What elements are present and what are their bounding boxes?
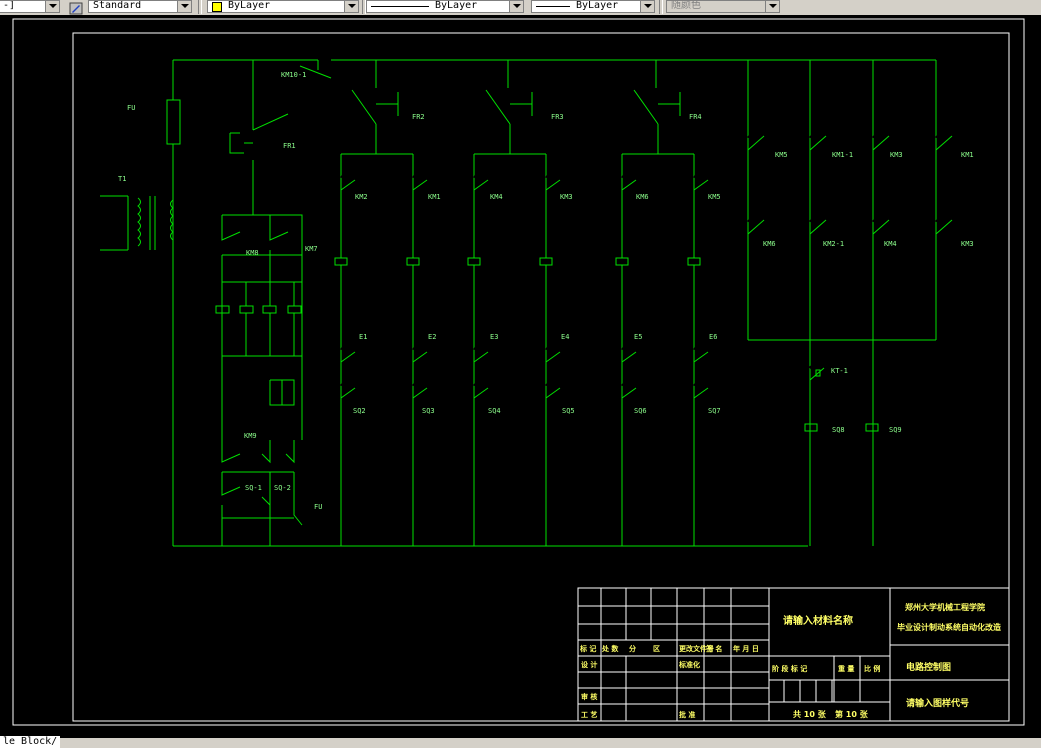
chevron-down-icon[interactable] [45, 1, 59, 12]
wiring [100, 59, 936, 547]
stage-header: 比 例 [864, 664, 880, 673]
label-process: 工 艺 [581, 710, 597, 719]
text-style-combo[interactable]: Standard [88, 0, 192, 13]
label-km2: KM2 [355, 193, 368, 201]
label-km7: KM7 [305, 245, 318, 253]
properties-toolbar: -] Standard ByLayer ByLayer ByLayer 随颜色 [0, 0, 1041, 16]
layout-tab[interactable]: le Block/ [0, 736, 61, 748]
electrical-schematic: FU T1 KM10-1 FR1 KM8 KM7 KM9 SQ-1 SQ-2 FU FR2 FR3 FR… [12, 18, 1025, 726]
chevron-down-icon[interactable] [509, 1, 523, 12]
label-km1: KM1 [428, 193, 441, 201]
rev-header: 标 记 [579, 644, 596, 653]
label-r-km2-1: KM2-1 [823, 240, 844, 248]
label-e3: E3 [490, 333, 498, 341]
label-r-km3b: KM3 [961, 240, 974, 248]
label-sheets-total: 共 10 张 [793, 709, 827, 719]
label-km5: KM5 [708, 193, 721, 201]
label-kt1: KT-1 [831, 367, 848, 375]
label-school-line1: 郑州大学机械工程学院 [905, 602, 985, 612]
toolbar-separator [198, 0, 202, 14]
label-e5: E5 [634, 333, 642, 341]
text-style-icon[interactable] [68, 0, 84, 15]
drawing-canvas[interactable]: FU T1 KM10-1 FR1 KM8 KM7 KM9 SQ-1 SQ-2 FU FR2 FR3 FR… [0, 15, 1041, 740]
label-r-km3: KM3 [890, 151, 903, 159]
lineweight-combo[interactable]: ByLayer [531, 0, 655, 13]
label-r-km6: KM6 [763, 240, 776, 248]
label-r-km5: KM5 [775, 151, 788, 159]
label-sq6: SQ6 [634, 407, 647, 415]
named-view-value: -] [3, 0, 16, 11]
lineweight-value: ByLayer [576, 0, 619, 11]
rev-header: 分 [629, 644, 636, 653]
column-contacts [334, 174, 711, 399]
label-r-km4: KM4 [884, 240, 897, 248]
label-sq2: SQ-2 [274, 484, 291, 492]
label-km8: KM8 [246, 249, 259, 257]
label-e2: E2 [428, 333, 436, 341]
label-e1: E1 [359, 333, 367, 341]
label-km9: KM9 [244, 432, 257, 440]
outer-frame [12, 18, 1025, 726]
label-drawing-code: 请输入图样代号 [906, 697, 969, 709]
linetype-value: ByLayer [435, 0, 478, 11]
label-material: 请输入材料名称 [783, 614, 853, 627]
label-review: 审 核 [581, 692, 597, 701]
label-fu-bottom: FU [314, 503, 322, 511]
label-e4: E4 [561, 333, 569, 341]
label-sheet-num: 第 10 张 [835, 709, 869, 719]
label-fr3: FR3 [551, 113, 564, 121]
text-style-value: Standard [93, 0, 142, 11]
relay-contacts [747, 134, 955, 381]
label-sq2b: SQ2 [353, 407, 366, 415]
label-approve: 批 准 [679, 710, 695, 719]
chevron-down-icon[interactable] [765, 1, 779, 12]
lineweight-preview [536, 6, 570, 7]
label-fr1: FR1 [283, 142, 296, 150]
rev-header: 年 月 日 [733, 644, 759, 653]
label-drawing-name: 电路控制图 [906, 661, 951, 673]
plot-style-value: 随颜色 [671, 0, 701, 11]
label-km3: KM3 [560, 193, 573, 201]
label-t1: T1 [118, 175, 126, 183]
label-sq3: SQ3 [422, 407, 435, 415]
named-view-combo[interactable]: -] [0, 0, 60, 13]
label-standardize: 标准化 [678, 660, 700, 669]
stage-header: 阶 段 标 记 [772, 664, 807, 673]
label-fr2: FR2 [412, 113, 425, 121]
label-sq7: SQ7 [708, 407, 721, 415]
linetype-combo[interactable]: ByLayer [366, 0, 524, 13]
rev-header: 区 [653, 645, 660, 653]
layer-color-value: ByLayer [228, 0, 271, 11]
relay-network [747, 60, 937, 546]
label-km4: KM4 [490, 193, 503, 201]
label-km10-1: KM10-1 [281, 71, 306, 79]
label-fu-left: FU [127, 104, 135, 112]
toolbar-separator [659, 0, 663, 14]
label-sq1: SQ-1 [245, 484, 262, 492]
layout-tabs: le Block/ [0, 736, 1041, 748]
chevron-down-icon[interactable] [177, 1, 191, 12]
label-sq8: SQ8 [832, 426, 845, 434]
title-block-text: 请输入材料名称 郑州大学机械工程学院毕业设计制动系统自动化改造电路控制图请输入图样… [579, 602, 1001, 719]
label-sq5: SQ5 [562, 407, 575, 415]
label-sq9: SQ9 [889, 426, 902, 434]
label-school-line2: 毕业设计制动系统自动化改造 [897, 622, 1001, 632]
layer-color-combo[interactable]: ByLayer [207, 0, 359, 13]
label-r-km1: KM1 [961, 151, 974, 159]
label-fr4: FR4 [689, 113, 702, 121]
label-km6: KM6 [636, 193, 649, 201]
chevron-down-icon[interactable] [344, 1, 358, 12]
label-r-km1-1: KM1-1 [832, 151, 853, 159]
color-swatch [212, 2, 222, 12]
chevron-down-icon[interactable] [640, 1, 654, 12]
plot-style-combo[interactable]: 随颜色 [666, 0, 780, 13]
rev-header: 签 名 [705, 644, 722, 653]
rev-header: 处 数 [601, 644, 619, 653]
label-sq4: SQ4 [488, 407, 501, 415]
label-e6: E6 [709, 333, 717, 341]
stage-header: 重 量 [838, 664, 854, 673]
label-design: 设 计 [581, 660, 597, 669]
linetype-preview [371, 6, 429, 7]
inner-frame [72, 32, 1010, 722]
